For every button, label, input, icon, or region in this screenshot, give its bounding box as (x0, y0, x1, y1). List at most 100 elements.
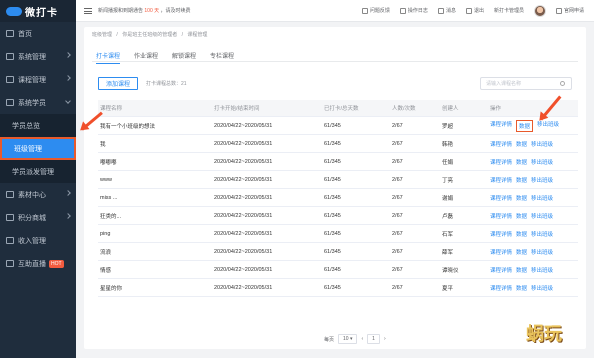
remove-from-class-link[interactable]: 移出班级 (531, 158, 553, 166)
course-people: 2/67 (392, 176, 403, 183)
current-page[interactable]: 1 (367, 334, 380, 344)
course-detail-link[interactable]: 课程详情 (490, 120, 512, 132)
remove-from-class-link[interactable]: 移出班级 (531, 194, 553, 202)
sidebar-item-label: 积分商城 (18, 214, 46, 222)
remove-from-class-link[interactable]: 移出班级 (531, 212, 553, 220)
course-detail-link[interactable]: 课程详情 (490, 212, 512, 220)
add-course-button[interactable]: 添加课程 (98, 77, 138, 90)
course-detail-link[interactable]: 课程详情 (490, 140, 512, 148)
course-time: 2020/04/22~2020/05/31 (214, 266, 273, 273)
sidebar-item-materials[interactable]: 素材中心 (0, 183, 76, 206)
remove-from-class-link[interactable]: 移出班级 (531, 176, 553, 184)
course-people: 2/67 (392, 158, 403, 165)
course-people: 2/67 (392, 266, 403, 273)
account-name[interactable]: 新打卡管理员 (494, 7, 524, 14)
logout-button[interactable]: 退出 (465, 7, 484, 14)
notice-highlight: 100 天 (144, 8, 160, 14)
course-days: 61/345 (324, 284, 341, 291)
data-link[interactable]: 数据 (516, 194, 527, 202)
course-detail-link[interactable]: 课程详情 (490, 158, 512, 166)
row-actions: 课程详情 数据 移出班级 (490, 119, 578, 132)
course-detail-link[interactable]: 课程详情 (490, 248, 512, 256)
log-button[interactable]: 操作日志 (399, 7, 428, 14)
data-link[interactable]: 数据 (516, 176, 527, 184)
breadcrumb-separator: / (181, 32, 183, 38)
data-link[interactable]: 数据 (516, 212, 527, 220)
prev-page-button[interactable]: ‹ (361, 336, 363, 342)
row-actions: 课程详情 数据 移出班级 (490, 230, 578, 238)
table-row: 嘟嘟嘟 2020/04/22~2020/05/31 61/345 2/67 任娟 课程详情… (98, 153, 578, 171)
data-link[interactable]: 数据 (516, 266, 527, 274)
tab-column-course[interactable]: 专栏课程 (210, 51, 234, 60)
remove-from-class-link[interactable]: 移出班级 (531, 284, 553, 292)
row-actions: 课程详情 数据 移出班级 (490, 212, 578, 220)
sidebar-item-students[interactable]: 系统学员 (0, 91, 76, 114)
course-days: 61/345 (324, 140, 341, 147)
feedback-button[interactable]: 问题反馈 (361, 7, 390, 14)
avatar[interactable] (533, 4, 546, 17)
course-detail-link[interactable]: 课程详情 (490, 284, 512, 292)
course-days: 61/345 (324, 158, 341, 165)
data-link[interactable]: 数据 (516, 230, 527, 238)
breadcrumb-item[interactable]: 班级管理 (92, 32, 112, 38)
sidebar-item-system[interactable]: 系统管理 (0, 45, 76, 68)
top-actions: 问题反馈 操作日志 消息 退出 新打卡管理员 官网申请 (361, 4, 594, 17)
app-logo[interactable]: 微打卡 (0, 0, 76, 22)
row-actions: 课程详情 数据 移出班级 (490, 266, 578, 274)
course-detail-link[interactable]: 课程详情 (490, 176, 512, 184)
course-detail-link[interactable]: 课程详情 (490, 266, 512, 274)
breadcrumb-item[interactable]: 你是班主任班级的管理者 (122, 32, 177, 38)
chevron-right-icon (65, 52, 71, 58)
message-button[interactable]: 消息 (437, 7, 456, 14)
user-icon (6, 99, 14, 106)
breadcrumb: 班级管理 / 你是班主任班级的管理者 / 课程管理 (92, 31, 210, 38)
search-icon[interactable] (560, 81, 565, 86)
remove-from-class-link[interactable]: 移出班级 (531, 230, 553, 238)
page-size-label: 每页 (324, 336, 335, 343)
next-page-button[interactable]: › (384, 336, 386, 342)
course-detail-link[interactable]: 课程详情 (490, 194, 512, 202)
sidebar-item-income[interactable]: 收入管理 (0, 229, 76, 252)
data-link[interactable]: 数据 (516, 140, 527, 148)
header-ops: 操作 (490, 106, 502, 112)
course-detail-link[interactable]: 课程详情 (490, 230, 512, 238)
sidebar-item-course[interactable]: 课程管理 (0, 68, 76, 91)
menu-toggle-icon[interactable] (84, 7, 92, 14)
book-icon (6, 76, 14, 83)
hot-badge: HOT (49, 259, 64, 268)
sidebar-item-shop[interactable]: 积分商城 (0, 206, 76, 229)
tab-homework-course[interactable]: 作业课程 (134, 51, 158, 60)
folder-icon (6, 191, 14, 198)
feedback-label: 问题反馈 (369, 8, 390, 14)
remove-from-class-link[interactable]: 移出班级 (531, 140, 553, 148)
table-row: 情感 2020/04/22~2020/05/31 61/345 2/67 谭晓仪 课程详情… (98, 261, 578, 279)
tab-checkin-course[interactable]: 打卡课程 (96, 51, 121, 64)
data-link[interactable]: 数据 (516, 284, 527, 292)
row-actions: 课程详情 数据 移出班级 (490, 158, 578, 166)
log-icon (399, 7, 406, 14)
sidebar-item-label: 系统学员 (18, 99, 46, 107)
course-days: 61/345 (324, 122, 341, 129)
table-row: 我有一个小班级的想法 2020/04/22~2020/05/31 61/345 2/6… (98, 117, 578, 135)
sidebar-subitem-class-management[interactable]: 班级管理 (0, 137, 76, 160)
page-size-select[interactable]: 10 ▾ (338, 334, 358, 344)
data-link[interactable]: 数据 (516, 119, 534, 132)
notice-text: 新闻播报和到期通告 100 天 ，请及时续费 (98, 7, 191, 14)
sidebar-item-label: 系统管理 (18, 53, 46, 61)
remove-from-class-link[interactable]: 移出班级 (531, 266, 553, 274)
data-link[interactable]: 数据 (516, 248, 527, 256)
course-people: 2/67 (392, 212, 403, 219)
sidebar-subitem-dispatch[interactable]: 学员派发管理 (0, 160, 76, 183)
data-link[interactable]: 数据 (516, 158, 527, 166)
tab-unlock-course[interactable]: 解锁课程 (172, 51, 196, 60)
course-name: 情感 (100, 267, 112, 274)
search-input[interactable]: 请输入课程名称 (480, 77, 572, 90)
manage-button[interactable]: 官网申请 (555, 7, 584, 14)
course-time: 2020/04/22~2020/05/31 (214, 248, 273, 255)
remove-from-class-link[interactable]: 移出班级 (531, 248, 553, 256)
table-row: 我 2020/04/22~2020/05/31 61/345 2/67 韩艳 课程详情 数据… (98, 135, 578, 153)
course-time: 2020/04/22~2020/05/31 (214, 122, 273, 129)
sidebar-subitem-overview[interactable]: 学员总览 (0, 114, 76, 137)
sidebar-item-home[interactable]: 首页 (0, 22, 76, 45)
sidebar-item-live[interactable]: 互助直播 HOT (0, 252, 76, 275)
